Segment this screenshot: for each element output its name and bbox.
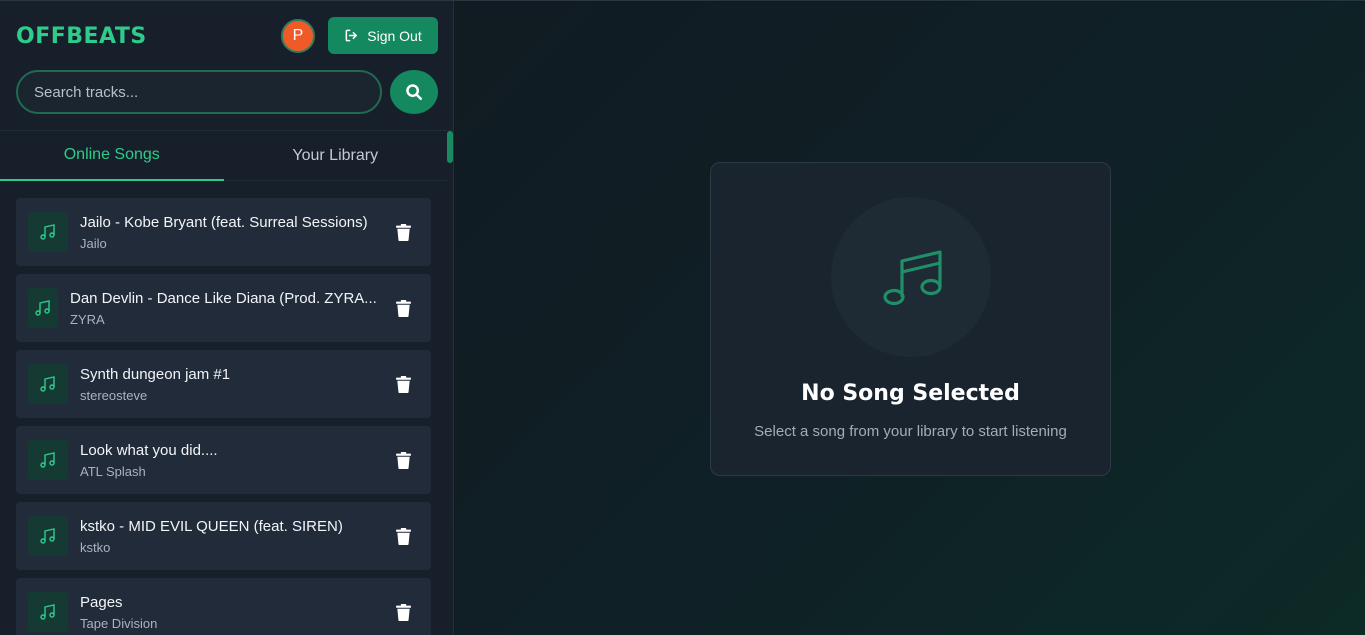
song-thumbnail — [28, 212, 68, 252]
empty-state-card: No Song Selected Select a song from your… — [710, 162, 1111, 476]
song-title: Jailo - Kobe Bryant (feat. Surreal Sessi… — [80, 214, 368, 231]
song-item[interactable]: Look what you did.... ATL Splash — [16, 426, 431, 494]
song-title: Synth dungeon jam #1 — [80, 366, 231, 383]
sidebar: OFFBEATS P Sign Out Online — [0, 1, 454, 635]
trash-icon — [395, 451, 411, 469]
song-list: Jailo - Kobe Bryant (feat. Surreal Sessi… — [16, 198, 431, 635]
song-artist: stereosteve — [80, 388, 148, 403]
sign-out-icon — [345, 29, 358, 42]
player-area: No Song Selected Select a song from your… — [455, 2, 1365, 635]
music-note-icon — [40, 376, 55, 392]
empty-state-title: No Song Selected — [801, 381, 1020, 406]
user-avatar[interactable]: P — [281, 19, 315, 53]
tab-bar: Online Songs Your Library — [0, 131, 447, 181]
search-input[interactable] — [16, 70, 382, 114]
music-note-icon — [883, 250, 942, 306]
song-artist: ZYRA — [70, 312, 105, 327]
trash-icon — [395, 223, 411, 241]
song-thumbnail — [28, 288, 58, 328]
song-item[interactable]: Pages Tape Division — [16, 578, 431, 635]
song-title: Pages — [80, 594, 123, 611]
song-item[interactable]: Synth dungeon jam #1 stereosteve — [16, 350, 431, 418]
delete-song-button[interactable] — [393, 526, 413, 546]
delete-song-button[interactable] — [393, 450, 413, 470]
tab-your-library[interactable]: Your Library — [223, 131, 447, 181]
song-item[interactable]: Jailo - Kobe Bryant (feat. Surreal Sessi… — [16, 198, 431, 266]
app-window: OFFBEATS P Sign Out Online — [0, 0, 1365, 635]
music-note-icon — [40, 452, 55, 468]
trash-icon — [395, 603, 411, 621]
song-item[interactable]: kstko - MID EVIL QUEEN (feat. SIREN) kst… — [16, 502, 431, 570]
trash-icon — [395, 375, 411, 393]
music-note-icon — [35, 300, 50, 316]
song-title: kstko - MID EVIL QUEEN (feat. SIREN) — [80, 518, 343, 535]
song-artist: Tape Division — [80, 616, 158, 631]
brand-logo: OFFBEATS — [16, 24, 147, 49]
song-artist: kstko — [80, 540, 111, 555]
song-artist: ATL Splash — [80, 464, 146, 479]
tab-online-songs[interactable]: Online Songs — [0, 131, 224, 181]
song-thumbnail — [28, 516, 68, 556]
search-icon — [406, 84, 422, 100]
song-thumbnail — [28, 364, 68, 404]
song-thumbnail — [28, 440, 68, 480]
sign-out-button[interactable]: Sign Out — [328, 17, 438, 54]
trash-icon — [395, 299, 411, 317]
delete-song-button[interactable] — [393, 374, 413, 394]
music-note-icon — [40, 224, 55, 240]
delete-song-button[interactable] — [393, 602, 413, 622]
empty-state-icon-circle — [831, 197, 991, 357]
scrollbar-thumb[interactable] — [447, 131, 453, 163]
song-item[interactable]: Dan Devlin - Dance Like Diana (Prod. ZYR… — [16, 274, 431, 342]
search-button[interactable] — [390, 70, 438, 114]
trash-icon — [395, 527, 411, 545]
search-bar — [16, 70, 438, 114]
music-note-icon — [40, 528, 55, 544]
delete-song-button[interactable] — [393, 222, 413, 242]
song-thumbnail — [28, 592, 68, 632]
empty-state-subtitle: Select a song from your library to start… — [754, 423, 1067, 440]
sidebar-header: OFFBEATS P Sign Out — [16, 17, 438, 55]
music-note-icon — [40, 604, 55, 620]
sign-out-label: Sign Out — [367, 27, 422, 44]
song-title: Look what you did.... — [80, 442, 218, 459]
delete-song-button[interactable] — [393, 298, 413, 318]
song-artist: Jailo — [80, 236, 107, 251]
song-title: Dan Devlin - Dance Like Diana (Prod. ZYR… — [70, 290, 377, 307]
